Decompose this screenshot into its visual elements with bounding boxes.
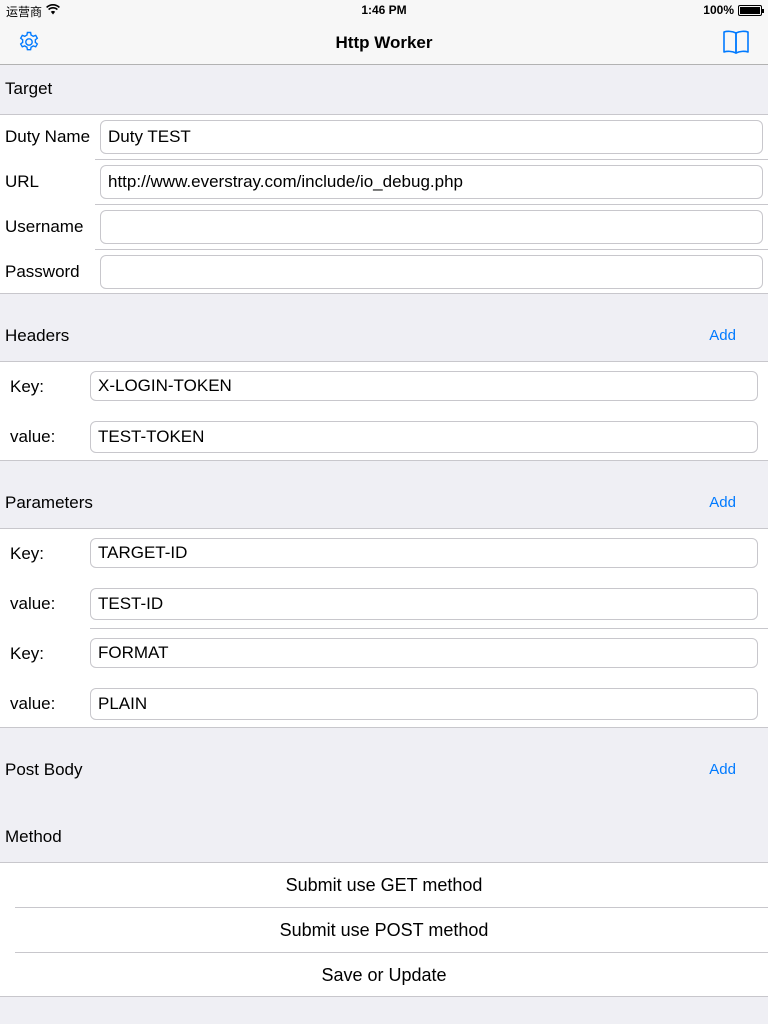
param-value-row: value: TEST-ID: [0, 579, 768, 629]
password-row: Password: [0, 250, 768, 295]
section-header-method: Method: [0, 827, 768, 849]
param-key-row: Key: TARGET-ID: [0, 529, 768, 579]
parameters-group: Key: TARGET-ID value: TEST-ID Key: FORMA…: [0, 528, 768, 728]
username-field[interactable]: [100, 210, 763, 244]
username-label: Username: [5, 217, 84, 236]
param-value-label: value:: [10, 694, 56, 713]
target-group: Duty Name Duty TEST URL http://www.evers…: [0, 114, 768, 294]
param-key-field[interactable]: TARGET-ID: [90, 538, 758, 568]
duty-name-row: Duty Name Duty TEST: [0, 115, 768, 160]
submit-get-button[interactable]: Submit use GET method: [0, 863, 768, 908]
param-value-field[interactable]: TEST-ID: [90, 588, 758, 620]
url-row: URL http://www.everstray.com/include/io_…: [0, 160, 768, 205]
method-group: Submit use GET method Submit use POST me…: [0, 862, 768, 997]
header-value-label: value:: [10, 427, 56, 446]
parameters-add-button[interactable]: Add: [709, 494, 736, 511]
book-icon[interactable]: [722, 29, 750, 55]
password-field[interactable]: [100, 255, 763, 289]
save-update-button[interactable]: Save or Update: [0, 953, 768, 998]
post-body-add-button[interactable]: Add: [709, 761, 736, 778]
header-key-row: Key: X-LOGIN-TOKEN: [0, 362, 768, 412]
section-header-headers: Headers Add: [0, 326, 768, 348]
section-header-parameters: Parameters Add: [0, 493, 768, 515]
battery-percent: 100%: [703, 3, 734, 17]
header-value-field[interactable]: TEST-TOKEN: [90, 421, 758, 453]
battery-icon: [738, 5, 764, 16]
username-row: Username: [0, 205, 768, 250]
page-title: Http Worker: [335, 33, 433, 52]
submit-post-button[interactable]: Submit use POST method: [0, 908, 768, 953]
duty-name-label: Duty Name: [5, 127, 91, 146]
param-value-label: value:: [10, 594, 56, 613]
header-value-row: value: TEST-TOKEN: [0, 412, 768, 462]
url-field[interactable]: http://www.everstray.com/include/io_debu…: [100, 165, 763, 199]
header-key-field[interactable]: X-LOGIN-TOKEN: [90, 371, 758, 401]
duty-name-field[interactable]: Duty TEST: [100, 120, 763, 154]
url-label: URL: [5, 172, 40, 191]
post-body-header: Post Body: [5, 760, 83, 779]
param-key-row: Key: FORMAT: [0, 629, 768, 679]
clock: 1:46 PM: [361, 3, 407, 17]
param-key-label: Key:: [10, 544, 45, 563]
headers-header: Headers: [5, 326, 70, 345]
param-key-field[interactable]: FORMAT: [90, 638, 758, 668]
target-header: Target: [5, 79, 53, 98]
status-bar: 运营商 1:46 PM 100%: [0, 0, 768, 20]
param-value-row: value: PLAIN: [0, 679, 768, 729]
param-value-field[interactable]: PLAIN: [90, 688, 758, 720]
param-key-label: Key:: [10, 644, 45, 663]
password-label: Password: [5, 262, 80, 281]
headers-add-button[interactable]: Add: [709, 327, 736, 344]
parameters-header: Parameters: [5, 493, 93, 512]
method-header: Method: [5, 827, 62, 846]
navigation-bar: Http Worker: [0, 20, 768, 65]
headers-group: Key: X-LOGIN-TOKEN value: TEST-TOKEN: [0, 361, 768, 461]
header-key-label: Key:: [10, 377, 45, 396]
section-header-post-body: Post Body Add: [0, 760, 768, 782]
section-header-target: Target: [0, 79, 768, 99]
